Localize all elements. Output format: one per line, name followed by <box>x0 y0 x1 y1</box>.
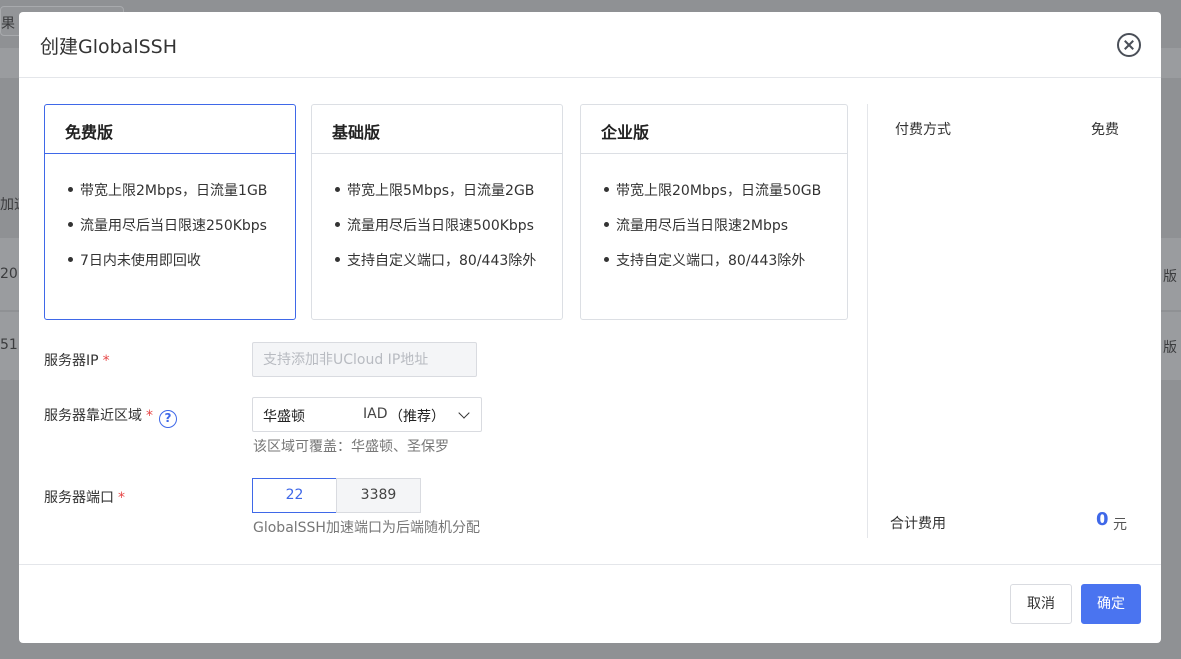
required-mark: * <box>146 408 153 424</box>
plan-card-basic[interactable]: 基础版 带宽上限5Mbps，日流量2GB 流量用尽后当日限速500Kbps 支持… <box>311 104 563 320</box>
plan-feature: 带宽上限20Mbps，日流量50GB <box>603 180 847 215</box>
server-ip-label: 服务器IP * <box>44 350 110 370</box>
required-mark: * <box>118 490 125 506</box>
server-ip-label-text: 服务器IP <box>44 353 99 369</box>
server-region-label: 服务器靠近区域 *? <box>44 405 177 428</box>
plan-feature: 流量用尽后当日限速250Kbps <box>67 215 295 250</box>
summary-divider <box>867 104 868 538</box>
plan-features: 带宽上限5Mbps，日流量2GB 流量用尽后当日限速500Kbps 支持自定义端… <box>312 154 562 285</box>
region-hint: 该区域可覆盖：华盛顿、圣保罗 <box>253 439 449 455</box>
region-select[interactable]: 华盛顿 IAD （推荐） <box>252 397 482 432</box>
plan-feature: 流量用尽后当日限速500Kbps <box>334 215 562 250</box>
plan-feature: 流量用尽后当日限速2Mbps <box>603 215 847 250</box>
region-code: IAD <box>363 406 388 422</box>
plan-name: 免费版 <box>45 105 295 154</box>
dialog-header: 创建GlobalSSH <box>19 12 1161 78</box>
plan-features: 带宽上限20Mbps，日流量50GB 流量用尽后当日限速2Mbps 支持自定义端… <box>581 154 847 285</box>
port-option-22[interactable]: 22 <box>252 478 337 513</box>
server-region-label-text: 服务器靠近区域 <box>44 408 142 424</box>
required-mark: * <box>102 353 110 369</box>
close-icon[interactable] <box>1117 33 1141 57</box>
confirm-button[interactable]: 确定 <box>1081 584 1141 624</box>
total-cost-value: 0 <box>1096 509 1109 530</box>
server-port-label-text: 服务器端口 <box>44 490 114 506</box>
background-text: 版 <box>1163 340 1177 356</box>
payment-method-label: 付费方式 <box>895 122 951 138</box>
server-port-label: 服务器端口 * <box>44 487 125 507</box>
dialog-title: 创建GlobalSSH <box>40 36 178 58</box>
plan-feature: 带宽上限2Mbps，日流量1GB <box>67 180 295 215</box>
server-ip-input[interactable] <box>252 342 477 377</box>
plan-feature: 7日内未使用即回收 <box>67 250 295 285</box>
port-option-3389[interactable]: 3389 <box>336 478 421 513</box>
plan-feature: 支持自定义端口，80/443除外 <box>603 250 847 285</box>
plan-features: 带宽上限2Mbps，日流量1GB 流量用尽后当日限速250Kbps 7日内未使用… <box>45 154 295 285</box>
region-recommend: （推荐） <box>389 409 445 425</box>
background-tab-label: 果 <box>1 16 15 32</box>
background-text: 版 <box>1163 269 1177 285</box>
total-cost-unit: 元 <box>1113 517 1127 533</box>
plan-card-free[interactable]: 免费版 带宽上限2Mbps，日流量1GB 流量用尽后当日限速250Kbps 7日… <box>44 104 296 320</box>
plan-feature: 支持自定义端口，80/443除外 <box>334 250 562 285</box>
payment-method-value: 免费 <box>1091 122 1119 138</box>
plan-card-enterprise[interactable]: 企业版 带宽上限20Mbps，日流量50GB 流量用尽后当日限速2Mbps 支持… <box>580 104 848 320</box>
region-name: 华盛顿 <box>263 409 305 425</box>
total-cost-label: 合计费用 <box>890 516 946 532</box>
chevron-down-icon <box>458 407 470 419</box>
plan-feature: 带宽上限5Mbps，日流量2GB <box>334 180 562 215</box>
plan-name: 企业版 <box>581 105 847 154</box>
cancel-button[interactable]: 取消 <box>1010 584 1072 624</box>
port-hint: GlobalSSH加速端口为后端随机分配 <box>253 520 480 536</box>
create-globalssh-dialog: 创建GlobalSSH 免费版 带宽上限2Mbps，日流量1GB 流量用尽后当日… <box>19 12 1161 643</box>
footer-divider <box>19 564 1161 565</box>
plan-name: 基础版 <box>312 105 562 154</box>
help-icon[interactable]: ? <box>159 410 177 428</box>
